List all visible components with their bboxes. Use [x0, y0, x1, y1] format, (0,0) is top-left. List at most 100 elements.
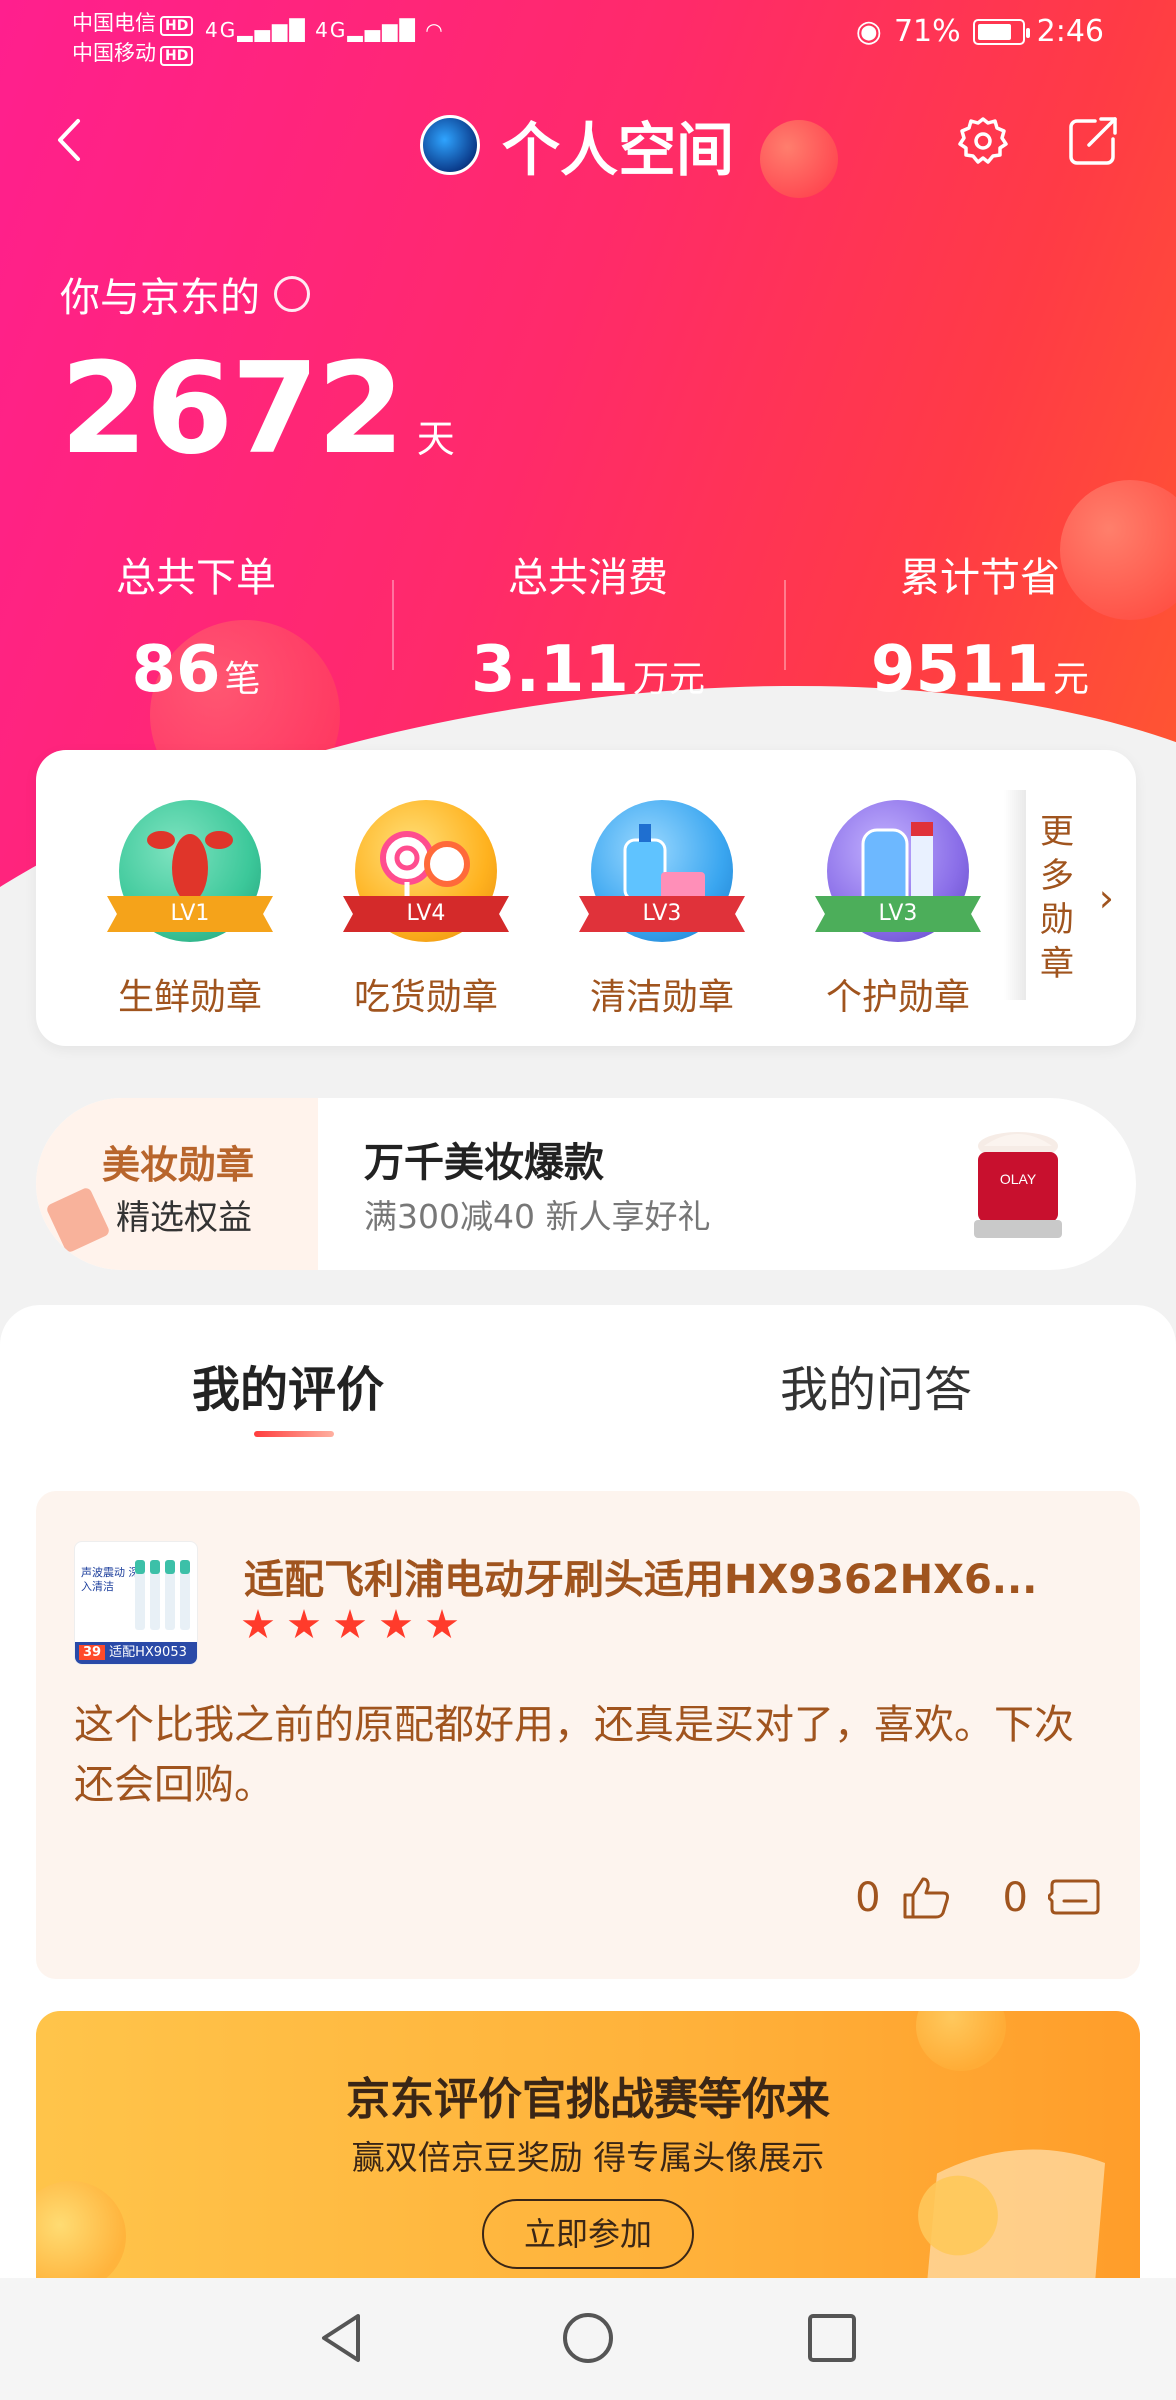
- stat-spending[interactable]: 总共消费 3.11 万元: [392, 545, 784, 707]
- thumb-price: 39: [79, 1645, 106, 1660]
- page-title: 个人空间: [502, 116, 735, 184]
- beauty-badge-title: 美妆勋章: [102, 1143, 255, 1187]
- recents-nav-icon[interactable]: [802, 2308, 862, 2368]
- network-type: 4G: [315, 18, 348, 42]
- avatar[interactable]: [420, 115, 480, 175]
- system-nav-bar: [0, 2278, 1176, 2400]
- medal-cleaning[interactable]: LV3 清洁勋章: [562, 800, 762, 1020]
- carrier-2: 中国移动: [72, 41, 156, 65]
- comment-count: 0: [1002, 1875, 1028, 1921]
- network-type: 4G: [205, 18, 238, 42]
- join-now-button[interactable]: 立即参加: [482, 2199, 694, 2269]
- thumb-price-strip: 39适配HX9053四支装: [75, 1642, 197, 1664]
- medal-name: 生鲜勋章: [117, 977, 262, 1018]
- beauty-badge: 美妆勋章 精选权益: [36, 1098, 318, 1270]
- carrier-1: 中国电信: [72, 11, 156, 35]
- comment-icon[interactable]: [1048, 1875, 1100, 1921]
- medal-name: 个护勋章: [825, 977, 970, 1018]
- more-medals-button[interactable]: 更 多 勋 章 ›: [1040, 810, 1114, 986]
- like-count: 0: [855, 1875, 881, 1921]
- star-icon: [380, 1609, 412, 1639]
- tab-my-qa[interactable]: 我的问答: [780, 1350, 972, 1420]
- star-rating: [242, 1609, 458, 1641]
- more-label-char: 多: [1040, 856, 1074, 896]
- hd-badge: HD: [160, 46, 194, 66]
- medal-level: LV3: [579, 896, 745, 932]
- medal-personal-care[interactable]: LV3 个护勋章: [798, 800, 998, 1020]
- stat-label: 总共消费: [508, 555, 668, 601]
- star-icon: [334, 1609, 366, 1639]
- title-wrap: 个人空间: [420, 103, 734, 187]
- tag-icon: [45, 1186, 111, 1254]
- medal-level: LV1: [107, 896, 273, 932]
- stat-value: 86: [131, 633, 221, 707]
- star-icon: [426, 1609, 458, 1639]
- product-thumbnail[interactable]: 声波震动 深入清洁 39适配HX9053四支装: [74, 1541, 198, 1665]
- edit-share-icon[interactable]: [1065, 113, 1121, 169]
- visibility-icon[interactable]: [274, 276, 310, 312]
- stat-unit: 笔: [224, 659, 261, 700]
- hd-badge: HD: [160, 16, 194, 36]
- more-label-char: 勋: [1040, 900, 1074, 940]
- svg-text:OLAY: OLAY: [1000, 1171, 1037, 1187]
- lollipop-icon: LV4: [343, 800, 509, 942]
- medal-foodie[interactable]: LV4 吃货勋章: [326, 800, 526, 1020]
- tab-my-reviews[interactable]: 我的评价: [192, 1350, 384, 1420]
- scroll-fade: [1004, 790, 1026, 1000]
- decor-coin: [36, 2181, 126, 2291]
- star-icon: [242, 1609, 274, 1639]
- beauty-banner[interactable]: 美妆勋章 精选权益 万千美妆爆款 满300减40 新人享好礼 OLAY: [36, 1098, 1136, 1270]
- battery-percent: 71%: [893, 14, 961, 49]
- status-bar: 中国电信 HD 中国移动 HD 4G▂▄▆█ 4G▂▄▆█ ◠ ◉ 71% 2:46: [0, 0, 1176, 70]
- stat-unit: 万元: [632, 659, 705, 700]
- medal-level: LV3: [815, 896, 981, 932]
- decor-coin: [916, 2011, 1006, 2071]
- cleaner-icon: LV3: [579, 800, 745, 942]
- medals-card: LV1 生鲜勋章 LV4 吃货勋章 LV3 清洁勋章 LV3 个护勋章 更 多 …: [36, 750, 1136, 1046]
- thumbs-up-icon[interactable]: [901, 1875, 953, 1921]
- stats-row: 总共下单 86 笔 总共消费 3.11 万元 累计节省 9511 元: [0, 545, 1176, 707]
- top-nav: 个人空间: [0, 95, 1176, 185]
- beauty-badge-sub: 精选权益: [116, 1198, 252, 1238]
- medal-level: LV4: [343, 896, 509, 932]
- medal-name: 吃货勋章: [353, 977, 498, 1018]
- more-label-char: 更: [1040, 812, 1074, 852]
- toothbrush-heads-image: [135, 1560, 190, 1630]
- stat-value: 3.11: [471, 633, 629, 707]
- signal-icon: 4G▂▄▆█ 4G▂▄▆█ ◠: [205, 18, 445, 42]
- stat-unit: 元: [1053, 659, 1090, 700]
- thumb-text: 声波震动 深入清洁: [81, 1566, 140, 1593]
- review-product-title[interactable]: 适配飞利浦电动牙刷头适用HX9362HX6...: [244, 1547, 1084, 1605]
- home-nav-icon[interactable]: [558, 2308, 618, 2368]
- days-label: 你与京东的: [60, 265, 310, 323]
- chevron-right-icon: ›: [1098, 876, 1114, 920]
- star-icon: [288, 1609, 320, 1639]
- cream-jar-image: OLAY: [974, 1132, 1062, 1238]
- stat-value: 9511: [870, 633, 1050, 707]
- stat-label: 累计节省: [900, 555, 1060, 601]
- eye-comfort-icon: ◉: [855, 14, 882, 49]
- battery-icon: [972, 18, 1030, 45]
- beauty-headline: 万千美妆爆款: [364, 1140, 604, 1186]
- back-icon[interactable]: [50, 115, 90, 165]
- carrier-info: 中国电信 HD 中国移动 HD: [72, 8, 194, 68]
- days-unit: 天: [416, 417, 455, 461]
- lobster-icon: LV1: [107, 800, 273, 942]
- stat-savings[interactable]: 累计节省 9511 元: [784, 545, 1176, 707]
- days-count: 2672 天: [60, 335, 455, 482]
- lotion-icon: LV3: [815, 800, 981, 942]
- stat-orders[interactable]: 总共下单 86 笔: [0, 545, 392, 707]
- clock: 2:46: [1036, 14, 1104, 49]
- gear-icon[interactable]: [955, 113, 1011, 169]
- days-number: 2672: [60, 335, 405, 482]
- review-text: 这个比我之前的原配都好用，还真是买对了，喜欢。下次还会回购。: [74, 1702, 1074, 1808]
- back-nav-icon[interactable]: [312, 2308, 372, 2368]
- beauty-subtext: 满300减40 新人享好礼: [364, 1197, 711, 1236]
- challenge-subtitle: 赢双倍京豆奖励 得专属头像展示: [351, 2138, 825, 2177]
- review-card[interactable]: 声波震动 深入清洁 39适配HX9053四支装 适配飞利浦电动牙刷头适用HX93…: [36, 1491, 1140, 1979]
- stat-label: 总共下单: [116, 555, 276, 601]
- medal-name: 清洁勋章: [589, 977, 734, 1018]
- more-label-char: 章: [1040, 944, 1074, 984]
- reviews-section: 我的评价 我的问答 声波震动 深入清洁 39适配HX9053四支装 适配飞利浦电…: [0, 1305, 1176, 2400]
- medal-fresh[interactable]: LV1 生鲜勋章: [90, 800, 290, 1020]
